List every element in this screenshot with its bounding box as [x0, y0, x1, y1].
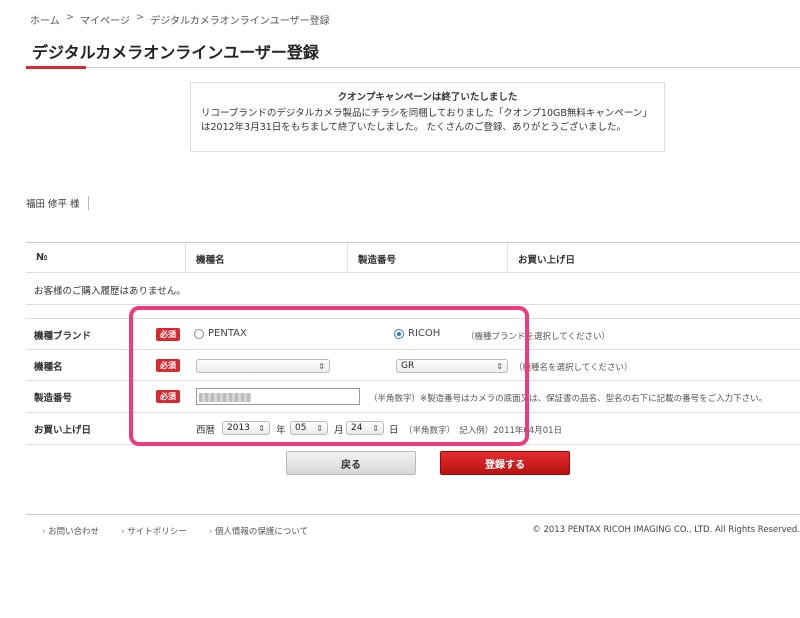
model-label: 機種名 — [34, 362, 63, 373]
ricoh-model-value: GR — [401, 361, 415, 371]
back-button[interactable]: 戻る — [286, 451, 416, 475]
brand-option-pentax: PENTAX — [208, 328, 247, 339]
day-unit: 日 — [389, 425, 399, 436]
required-badge: 必須 — [156, 390, 180, 403]
table-header: № 機種名 製造番号 お買い上げ日 — [26, 243, 800, 273]
registration-form: 機種ブランド 必須 PENTAX RICOH （機種ブランドを選択してください）… — [26, 318, 800, 445]
page-title-bar: デジタルカメラオンラインユーザー登録 — [26, 40, 800, 69]
purchase-date-hint: （半角数字） 記入例）2011年04月01日 — [404, 426, 563, 436]
footer-link-privacy[interactable]: 個人情報の保護について — [209, 525, 308, 537]
header-model: 機種名 — [186, 243, 348, 272]
breadcrumb-home[interactable]: ホーム — [30, 12, 60, 27]
radio-off-icon — [194, 328, 204, 339]
serial-row: 製造番号 必須 （半角数字）※製造番号はカメラの底面又は、保証書の品名、型名の右… — [26, 381, 800, 413]
model-hint: （機種名を選択してください） — [514, 363, 633, 373]
header-serial: 製造番号 — [348, 243, 508, 272]
blurred-serial-value — [199, 393, 251, 402]
brand-option-ricoh: RICOH — [408, 328, 441, 339]
user-name: 福田 修平 様 — [26, 196, 89, 210]
purchase-date-label: お買い上げ日 — [34, 425, 92, 436]
campaign-notice: クオンプキャンペーンは終了いたしました リコーブランドのデジタルカメラ製品にチラ… — [190, 82, 665, 152]
brand-label: 機種ブランド — [34, 331, 92, 342]
brand-row: 機種ブランド 必須 PENTAX RICOH （機種ブランドを選択してください） — [26, 319, 800, 350]
chevron-updown-icon: ⇕ — [496, 361, 503, 371]
serial-input[interactable] — [196, 388, 360, 405]
footer-link-contact[interactable]: お問い合わせ — [42, 525, 99, 537]
header-purchase-date: お買い上げ日 — [518, 255, 576, 266]
empty-history-message: お客様のご購入履歴はありません。 — [26, 273, 800, 305]
purchase-history-table: № 機種名 製造番号 お買い上げ日 お客様のご購入履歴はありません。 — [26, 242, 800, 305]
chevron-updown-icon: ⇕ — [316, 423, 323, 433]
month-unit: 月 — [334, 425, 344, 436]
brand-radio-pentax[interactable]: PENTAX — [194, 328, 247, 339]
purchase-date-row: お買い上げ日 西暦 2013 ⇕ 年 05 ⇕ 月 24 ⇕ 日 （半角数字） … — [26, 413, 800, 445]
breadcrumb: ホーム > マイページ > デジタルカメラオンラインユーザー登録 — [30, 12, 330, 27]
page-title: デジタルカメラオンラインユーザー登録 — [32, 43, 319, 62]
breadcrumb-mypage[interactable]: マイページ — [80, 12, 130, 27]
ricoh-model-select[interactable]: GR ⇕ — [396, 359, 508, 373]
pentax-model-select[interactable]: ⇕ — [196, 359, 330, 373]
breadcrumb-current: デジタルカメラオンラインユーザー登録 — [150, 16, 330, 27]
notice-body: リコーブランドのデジタルカメラ製品にチラシを同梱しておりました「クオンプ10GB… — [201, 108, 652, 133]
year-unit: 年 — [276, 425, 286, 436]
day-value: 24 — [351, 423, 363, 433]
day-select[interactable]: 24 ⇕ — [346, 421, 384, 435]
footer-links: お問い合わせ サイトポリシー 個人情報の保護について — [42, 525, 308, 537]
year-value: 2013 — [227, 423, 250, 433]
footer-link-site-policy[interactable]: サイトポリシー — [121, 525, 187, 537]
chevron-updown-icon: ⇕ — [372, 423, 379, 433]
chevron-updown-icon: ⇕ — [258, 423, 265, 433]
chevron-updown-icon: ⇕ — [318, 361, 325, 371]
notice-title: クオンプキャンペーンは終了いたしました — [337, 92, 518, 103]
month-select[interactable]: 05 ⇕ — [290, 421, 328, 435]
footer: お問い合わせ サイトポリシー 個人情報の保護について © 2013 PENTAX… — [26, 514, 800, 544]
breadcrumb-separator: > — [135, 12, 145, 23]
model-row: 機種名 必須 ⇕ GR ⇕ （機種名を選択してください） — [26, 350, 800, 381]
month-value: 05 — [295, 423, 307, 433]
serial-hint: （半角数字）※製造番号はカメラの底面又は、保証書の品名、型名の右下に記載の番号を… — [369, 394, 768, 404]
header-number: № — [26, 243, 186, 272]
radio-on-icon — [394, 328, 404, 339]
copyright: © 2013 PENTAX RICOH IMAGING CO., LTD. Al… — [532, 525, 800, 535]
title-accent-bar — [26, 66, 86, 69]
required-badge: 必須 — [156, 328, 180, 341]
breadcrumb-separator: > — [65, 12, 75, 23]
serial-label: 製造番号 — [34, 393, 73, 404]
brand-radio-ricoh[interactable]: RICOH — [394, 328, 440, 339]
year-select[interactable]: 2013 ⇕ — [222, 421, 270, 435]
required-badge: 必須 — [156, 359, 180, 372]
brand-hint: （機種ブランドを選択してください） — [466, 332, 610, 342]
register-button[interactable]: 登録する — [440, 451, 570, 475]
era-label: 西暦 — [196, 425, 216, 436]
